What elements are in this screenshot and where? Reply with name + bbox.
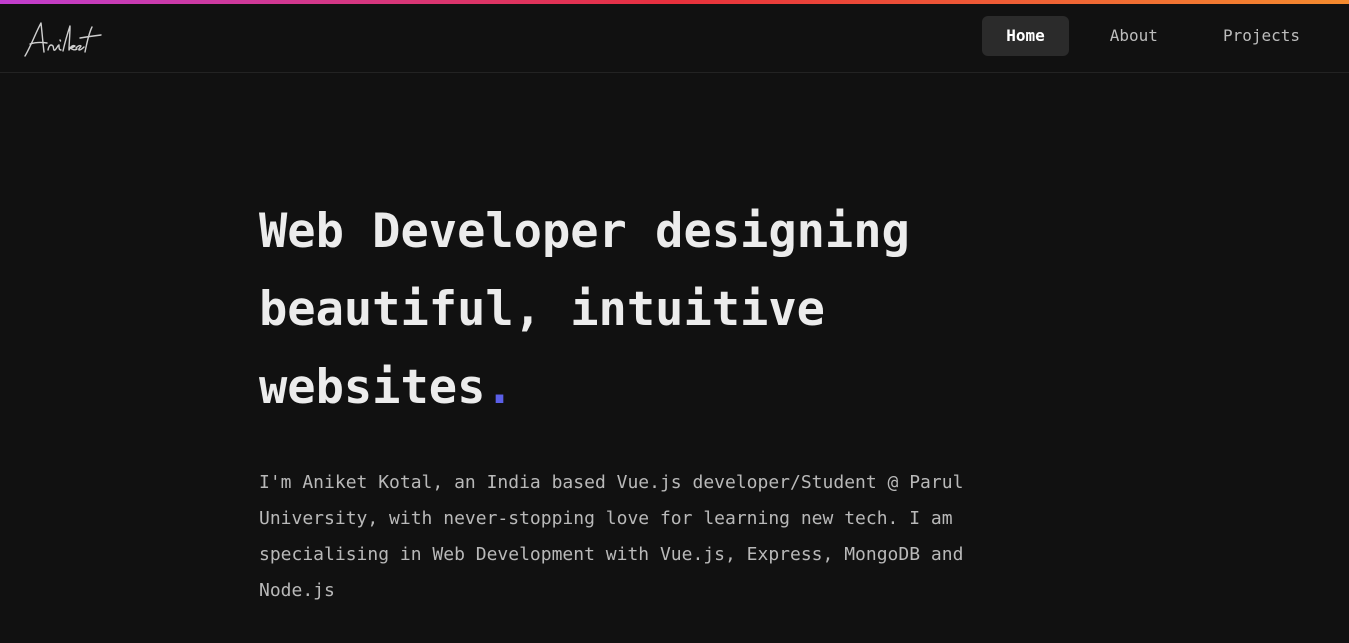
hero-title-line-3: websites	[259, 360, 486, 415]
hero-title: Web Developer designing beautiful, intui…	[259, 193, 1059, 427]
nav-home[interactable]: Home	[982, 16, 1069, 56]
signature-logo[interactable]	[22, 18, 104, 62]
hero-title-line-1: Web Developer designing	[259, 204, 910, 259]
nav-projects[interactable]: Projects	[1199, 16, 1324, 56]
hero-description: I'm Aniket Kotal, an India based Vue.js …	[259, 472, 964, 601]
site-header: Home About Projects	[0, 4, 1349, 73]
nav-about[interactable]: About	[1086, 16, 1182, 56]
hero-section: Web Developer designing beautiful, intui…	[259, 193, 1059, 609]
hero-title-line-2: beautiful, intuitive	[259, 282, 825, 337]
main-nav: Home About Projects	[982, 16, 1324, 56]
accent-dot: .	[485, 360, 514, 415]
